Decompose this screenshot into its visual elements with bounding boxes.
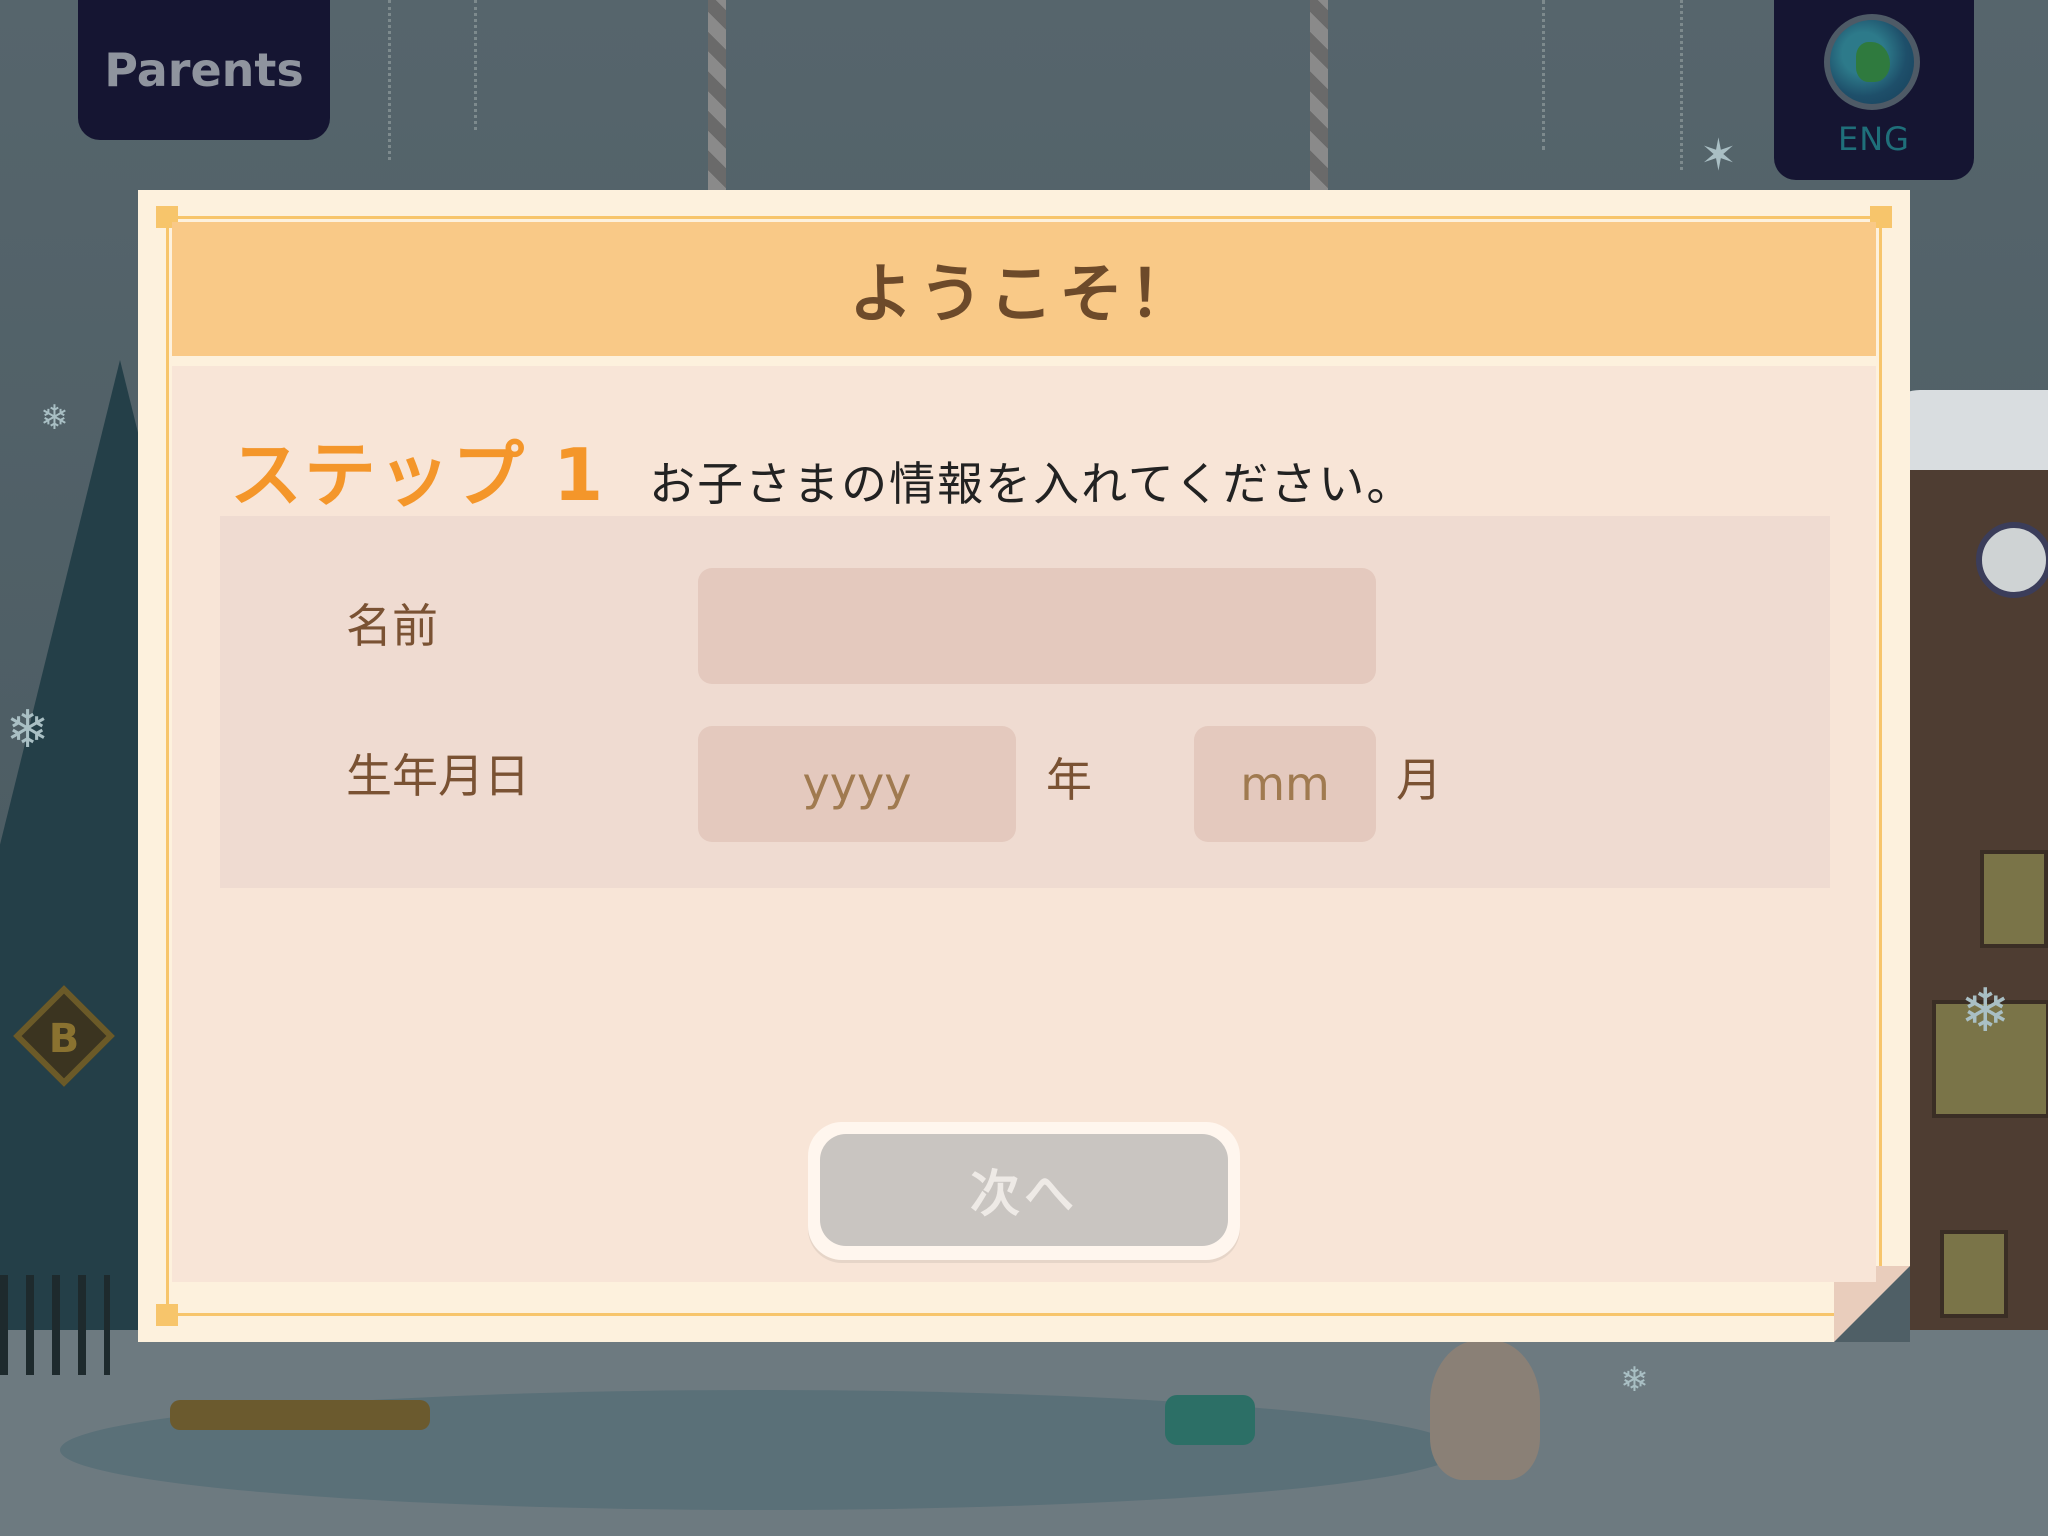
form-panel: 名前 生年月日 yyyy 年 mm 月 <box>220 516 1830 888</box>
birth-year-input[interactable]: yyyy <box>698 726 1016 842</box>
dialog-body: ステップ 1 お子さまの情報を入れてください。 名前 生年月日 yyyy 年 m… <box>172 366 1876 1282</box>
birthdate-label: 生年月日 <box>346 749 530 803</box>
dialog-title: ようこそ！ <box>849 258 1199 332</box>
welcome-dialog: ようこそ！ ステップ 1 お子さまの情報を入れてください。 名前 生年月日 yy… <box>138 190 1910 1342</box>
parents-label: Parents <box>104 43 304 97</box>
parents-button[interactable]: Parents <box>78 0 330 140</box>
hanging-string <box>388 0 391 160</box>
dialog-header: ようこそ！ <box>172 222 1876 356</box>
month-unit-label: 月 <box>1396 753 1442 807</box>
decoration-pole <box>708 0 726 190</box>
decoration-pole <box>1310 0 1328 190</box>
snowflake-icon: ❄ <box>40 398 69 438</box>
fence <box>0 1275 110 1375</box>
snowflake-icon: ❄ <box>1620 1360 1649 1400</box>
ice-skates <box>1165 1395 1255 1445</box>
hanging-string <box>1680 0 1683 170</box>
next-button-label: 次へ <box>820 1134 1228 1246</box>
clock-icon <box>1976 522 2048 598</box>
birth-month-input[interactable]: mm <box>1194 726 1376 842</box>
next-button[interactable]: 次へ <box>808 1122 1240 1260</box>
snowflake-icon: ❄ <box>6 700 50 760</box>
globe-icon <box>1824 14 1920 110</box>
step-label: ステップ 1 <box>230 433 606 517</box>
house-window <box>1940 1230 2008 1318</box>
star-icon: ✶ <box>1700 130 1737 181</box>
sled <box>170 1400 430 1430</box>
frame-corner <box>156 1304 178 1326</box>
house-window <box>1980 850 2048 948</box>
name-input[interactable] <box>698 568 1376 684</box>
name-label: 名前 <box>346 599 438 653</box>
sign-b-letter: B <box>48 1016 80 1062</box>
hanging-string <box>474 0 477 130</box>
step-instruction: お子さまの情報を入れてください。 <box>649 457 1415 511</box>
language-label: ENG <box>1838 120 1910 158</box>
hanging-string <box>1542 0 1545 150</box>
snowflake-icon: ❄ <box>1960 976 2011 1046</box>
language-button[interactable]: ENG <box>1774 0 1974 180</box>
globe-land <box>1856 42 1890 82</box>
step-row: ステップ 1 お子さまの情報を入れてください。 <box>230 416 1414 521</box>
dog <box>1430 1340 1540 1480</box>
year-unit-label: 年 <box>1046 753 1092 807</box>
